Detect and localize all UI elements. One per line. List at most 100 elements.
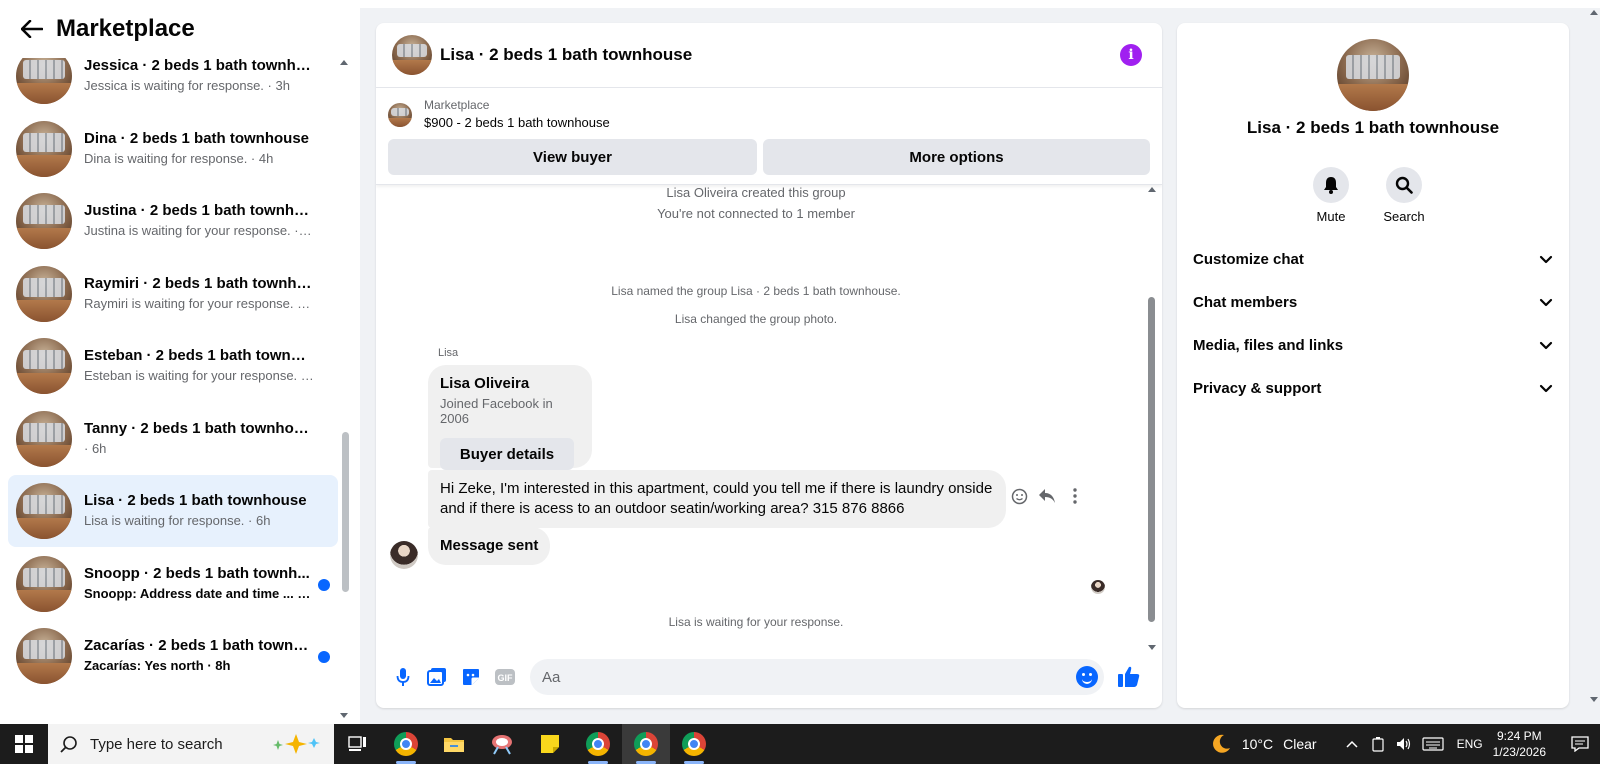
message-composer: GIF Aa bbox=[376, 646, 1162, 708]
keyboard-icon[interactable] bbox=[1421, 736, 1444, 752]
scroll-up-icon[interactable] bbox=[340, 60, 348, 65]
chevron-down-icon bbox=[1539, 341, 1553, 349]
chat-header: Lisa · 2 beds 1 bath townhouse i bbox=[376, 23, 1162, 88]
photo-icon[interactable] bbox=[425, 665, 449, 689]
conversation-preview: Jessica is waiting for response. · 3h bbox=[84, 78, 290, 93]
bell-icon[interactable] bbox=[1313, 167, 1349, 203]
scroll-down-icon[interactable] bbox=[1590, 697, 1598, 702]
conversation-avatar bbox=[16, 193, 72, 249]
scrollbar-thumb[interactable] bbox=[1148, 297, 1155, 622]
volume-icon[interactable] bbox=[1396, 736, 1412, 752]
taskbar-search-placeholder: Type here to search bbox=[90, 735, 223, 753]
conversation-item[interactable]: Jessica · 2 beds 1 bath townhouse Jessica… bbox=[8, 58, 338, 112]
page-scrollbar[interactable] bbox=[1588, 8, 1600, 708]
conversation-list: Jessica · 2 beds 1 bath townhouse Jessica… bbox=[8, 58, 338, 720]
info-icon[interactable]: i bbox=[1120, 44, 1142, 66]
taskbar-search[interactable]: Type here to search bbox=[48, 724, 334, 764]
thumbs-up-icon[interactable] bbox=[1116, 664, 1142, 690]
conversation-item[interactable]: Tanny · 2 beds 1 bath townhouse · 6h bbox=[8, 403, 338, 475]
react-emoji-icon[interactable] bbox=[1010, 487, 1028, 505]
chat-title[interactable]: Lisa · 2 beds 1 bath townhouse bbox=[440, 45, 692, 65]
scrollbar-thumb[interactable] bbox=[342, 432, 349, 592]
conversation-avatar bbox=[16, 410, 72, 467]
chrome-profile-icon[interactable] bbox=[670, 724, 718, 764]
weather-condition: Clear bbox=[1283, 736, 1317, 752]
gif-icon[interactable]: GIF bbox=[493, 665, 517, 689]
mute-action[interactable]: Mute bbox=[1301, 167, 1361, 224]
mute-label: Mute bbox=[1316, 209, 1346, 224]
task-view-icon[interactable] bbox=[334, 724, 382, 764]
chrome-profile-icon[interactable] bbox=[574, 724, 622, 764]
language-indicator[interactable]: ENG bbox=[1457, 737, 1483, 751]
conversation-avatar bbox=[16, 483, 72, 539]
sidebar-scrollbar[interactable] bbox=[340, 58, 350, 718]
conversation-preview: Justina is waiting for your response. · … bbox=[84, 223, 314, 238]
message-input[interactable]: Aa bbox=[530, 659, 1104, 695]
conversation-item[interactable]: Justina · 2 beds 1 bath townhouse Justina… bbox=[8, 185, 338, 257]
snipping-tool-icon[interactable] bbox=[478, 724, 526, 764]
conversation-item[interactable]: Dina · 2 beds 1 bath townhouse Dina is wa… bbox=[8, 113, 338, 185]
view-buyer-button[interactable]: View buyer bbox=[388, 139, 758, 175]
sender-avatar[interactable] bbox=[390, 541, 418, 569]
message-input-placeholder: Aa bbox=[542, 668, 561, 686]
sticky-notes-icon[interactable] bbox=[526, 724, 574, 764]
section-label: Customize chat bbox=[1193, 250, 1304, 268]
chat-scrollbar[interactable] bbox=[1147, 187, 1157, 650]
search-icon[interactable] bbox=[1386, 167, 1422, 203]
system-message: Lisa named the group Lisa · 2 beds 1 bat… bbox=[611, 284, 901, 298]
chat-info-panel: Lisa · 2 beds 1 bath townhouse Mute Sear… bbox=[1177, 23, 1569, 708]
info-section-2[interactable]: Media, files and links bbox=[1193, 327, 1553, 363]
microphone-icon[interactable] bbox=[391, 665, 415, 689]
battery-icon[interactable] bbox=[1370, 736, 1386, 752]
info-section-1[interactable]: Chat members bbox=[1193, 284, 1553, 320]
conversation-avatar bbox=[16, 628, 72, 684]
conversation-item[interactable]: Esteban · 2 beds 1 bath townhou... Esteba… bbox=[8, 330, 338, 402]
chrome-profile-active-icon[interactable] bbox=[622, 724, 670, 764]
chevron-up-icon[interactable] bbox=[1344, 736, 1360, 752]
unread-dot-icon bbox=[318, 651, 330, 663]
moon-icon bbox=[1212, 734, 1230, 753]
conversation-item[interactable]: Zacarías · 2 beds 1 bath townh... Zacaría… bbox=[8, 620, 338, 692]
message-bubble[interactable]: Hi Zeke, I'm interested in this apartmen… bbox=[428, 470, 1006, 528]
group-avatar[interactable] bbox=[392, 35, 432, 75]
buyer-details-button[interactable]: Buyer details bbox=[440, 438, 574, 470]
windows-start-icon[interactable] bbox=[0, 724, 48, 764]
chrome-app-icon[interactable] bbox=[382, 724, 430, 764]
conversation-item[interactable]: Raymiri · 2 beds 1 bath townhouse Raymiri… bbox=[8, 258, 338, 330]
scroll-up-icon[interactable] bbox=[1148, 187, 1156, 192]
read-receipt-avatar bbox=[1091, 580, 1105, 594]
conversation-item[interactable]: Lisa · 2 beds 1 bath townhouse Lisa is wa… bbox=[8, 475, 338, 547]
info-section-3[interactable]: Privacy & support bbox=[1193, 370, 1553, 406]
search-action[interactable]: Search bbox=[1374, 167, 1434, 224]
more-options-button[interactable]: More options bbox=[763, 139, 1150, 175]
info-section-0[interactable]: Customize chat bbox=[1193, 241, 1553, 277]
chevron-down-icon bbox=[1539, 384, 1553, 392]
group-avatar-large[interactable] bbox=[1337, 39, 1409, 111]
top-bar bbox=[354, 0, 1600, 8]
listing-title[interactable]: $900 - 2 beds 1 bath townhouse bbox=[424, 113, 610, 133]
back-arrow-icon[interactable] bbox=[18, 15, 46, 43]
svg-text:GIF: GIF bbox=[498, 673, 514, 683]
conversation-avatar bbox=[16, 58, 72, 104]
conversation-preview: Esteban is waiting for your response. · … bbox=[84, 368, 314, 383]
more-vertical-icon[interactable] bbox=[1066, 487, 1084, 505]
scroll-up-icon[interactable] bbox=[1590, 10, 1598, 15]
marketplace-label: Marketplace bbox=[424, 98, 490, 112]
emoji-icon[interactable] bbox=[1076, 666, 1098, 688]
message-bubble[interactable]: Message sent bbox=[428, 527, 551, 565]
listing-thumbnail[interactable] bbox=[388, 103, 412, 127]
conversation-name: Tanny · 2 beds 1 bath townhouse bbox=[84, 419, 314, 437]
notification-icon[interactable] bbox=[1560, 724, 1600, 764]
weather-widget[interactable]: 10°C Clear bbox=[1210, 733, 1317, 755]
system-message: You're not connected to 1 member bbox=[657, 206, 855, 221]
reply-icon[interactable] bbox=[1038, 487, 1056, 505]
chat-panel: Lisa · 2 beds 1 bath townhouse i Marketp… bbox=[376, 23, 1162, 708]
clock-time: 9:24 PM bbox=[1496, 729, 1542, 743]
clock[interactable]: 9:24 PM 1/23/2026 bbox=[1493, 728, 1546, 760]
file-explorer-icon[interactable] bbox=[430, 724, 478, 764]
sticker-icon[interactable] bbox=[459, 665, 483, 689]
conversation-item[interactable]: Snoopp · 2 beds 1 bath townh... Snoopp: A… bbox=[8, 548, 338, 620]
conversation-preview: Dina is waiting for response. · 4h bbox=[84, 150, 274, 166]
scroll-down-icon[interactable] bbox=[340, 713, 348, 718]
section-label: Privacy & support bbox=[1193, 379, 1322, 397]
